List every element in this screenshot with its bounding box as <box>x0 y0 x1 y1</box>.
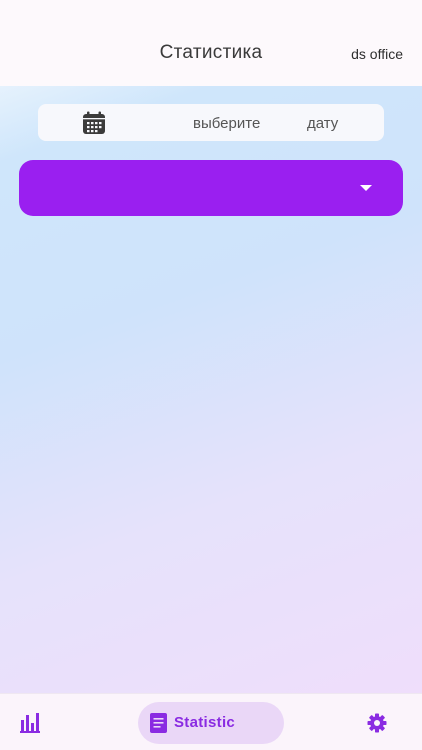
office-dropdown[interactable] <box>19 160 403 216</box>
app-header: Статистика ds office <box>0 0 422 86</box>
date-placeholder-word2: дату <box>307 115 339 132</box>
nav-item-statistic[interactable]: Statistic <box>138 702 284 744</box>
date-picker[interactable]: выберите дату <box>38 104 384 141</box>
nav-item-statistic-label: Statistic <box>174 714 236 731</box>
bottom-nav: Statistic <box>0 693 422 750</box>
date-placeholder-word1: выберите <box>193 115 261 132</box>
gear-icon[interactable] <box>367 713 387 733</box>
bar-chart-icon[interactable] <box>19 711 41 733</box>
document-icon <box>150 713 167 733</box>
calendar-icon <box>83 111 105 134</box>
dropdown-arrow-icon <box>360 185 372 191</box>
office-label[interactable]: ds office <box>351 46 403 62</box>
